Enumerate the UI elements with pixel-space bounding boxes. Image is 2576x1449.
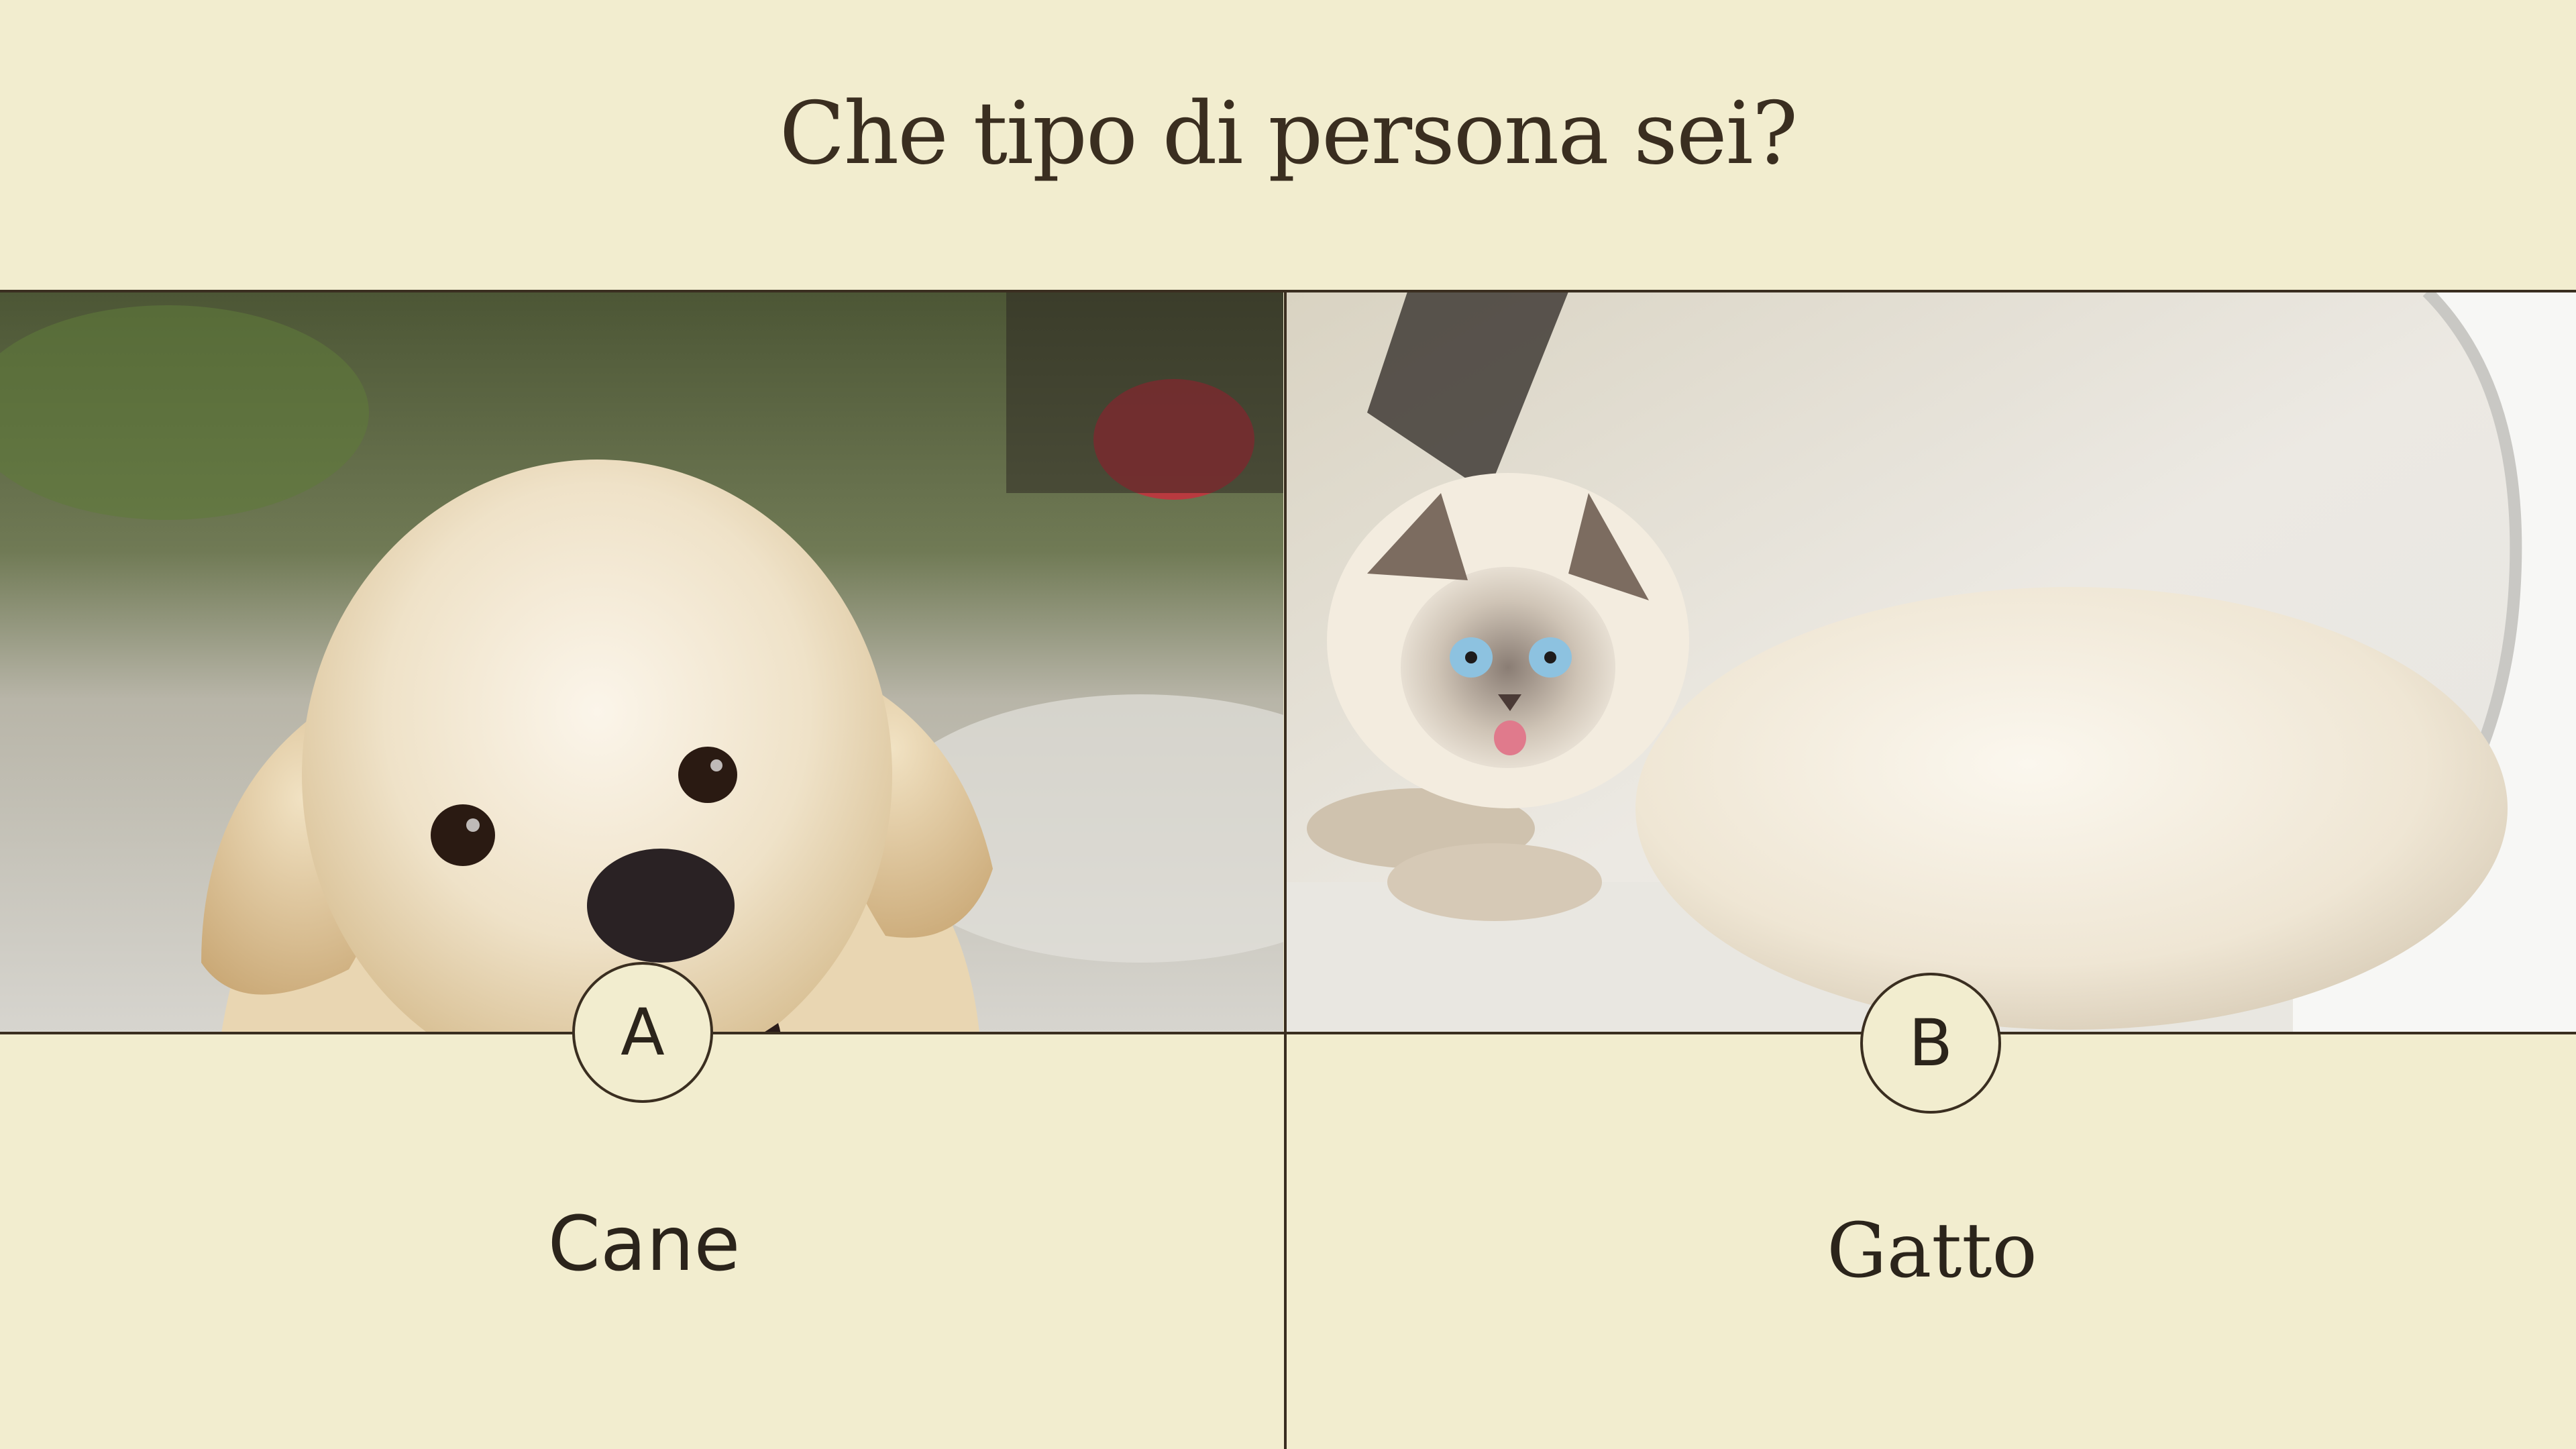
- option-a-badge[interactable]: A: [572, 962, 713, 1103]
- cat-photo-illustration: [1287, 292, 2576, 1033]
- option-b-cat-image[interactable]: [1287, 292, 2576, 1033]
- option-b-badge[interactable]: B: [1860, 973, 2001, 1114]
- option-b-label[interactable]: Gatto: [1597, 1208, 2267, 1295]
- center-divider: [1284, 290, 1287, 1449]
- page-title: Che tipo di persona sei?: [779, 84, 1799, 184]
- dog-photo-illustration: [0, 292, 1283, 1033]
- top-divider: [0, 290, 2576, 292]
- option-a-label[interactable]: Cane: [309, 1201, 979, 1288]
- option-a-dog-image[interactable]: [0, 292, 1283, 1033]
- bottom-divider: [0, 1032, 2576, 1034]
